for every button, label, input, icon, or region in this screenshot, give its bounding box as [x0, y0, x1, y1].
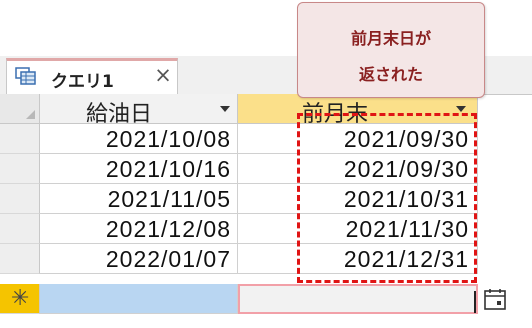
cell-prev-month-end[interactable]: 2021/10/31 [238, 184, 478, 214]
new-record-prev-month-end[interactable] [238, 284, 478, 314]
column-header-fuel-date[interactable]: 給油日 [40, 94, 238, 126]
callout-line-2: 返された [358, 65, 423, 84]
row-selector[interactable] [0, 244, 40, 274]
row-selector[interactable] [0, 154, 40, 184]
callout-line-1: 前月末日が [350, 29, 431, 48]
dropdown-arrow-icon[interactable] [456, 106, 466, 112]
cell-fuel-date[interactable]: 2021/10/08 [40, 124, 238, 154]
dropdown-arrow-icon[interactable] [220, 106, 230, 112]
text-cursor [474, 291, 476, 313]
tab-query1[interactable]: クエリ1 × [6, 58, 178, 94]
new-record-fuel-date[interactable] [40, 284, 238, 314]
cell-fuel-date[interactable]: 2021/12/08 [40, 214, 238, 244]
cell-prev-month-end[interactable]: 2021/12/31 [238, 244, 478, 274]
row-selector[interactable] [0, 124, 40, 154]
new-record-selector[interactable]: ✳ [0, 284, 40, 314]
new-record-icon: ✳ [11, 286, 30, 311]
row-selector[interactable] [0, 184, 40, 214]
cell-prev-month-end[interactable]: 2021/09/30 [238, 154, 478, 184]
query-icon [15, 67, 37, 87]
calendar-icon[interactable] [482, 287, 508, 311]
column-header-prev-month-end[interactable]: 前月末 [238, 94, 478, 126]
cell-fuel-date[interactable]: 2021/10/16 [40, 154, 238, 184]
cell-fuel-date[interactable]: 2022/01/07 [40, 244, 238, 274]
select-all-corner[interactable] [0, 94, 40, 124]
close-icon[interactable]: × [153, 64, 173, 86]
cell-fuel-date[interactable]: 2021/11/05 [40, 184, 238, 214]
annotation-callout: 前月末日が 返された [297, 2, 485, 98]
datasheet-grid: 給油日 前月末 2021/10/08 2021/09/30 2021/10/16… [0, 94, 532, 328]
row-selector[interactable] [0, 214, 40, 244]
cell-prev-month-end[interactable]: 2021/11/30 [238, 214, 478, 244]
cell-prev-month-end[interactable]: 2021/09/30 [238, 124, 478, 154]
tab-label: クエリ1 [51, 72, 114, 92]
